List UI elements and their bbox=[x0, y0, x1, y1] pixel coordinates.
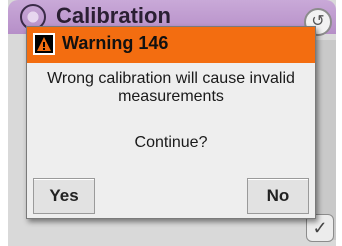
dialog-title: Warning 146 bbox=[62, 33, 169, 53]
warning-triangle-icon bbox=[33, 33, 55, 55]
yes-button[interactable]: Yes bbox=[33, 178, 95, 214]
dialog-message: Wrong calibration will cause invalid mea… bbox=[47, 70, 295, 105]
dialog-question: Continue? bbox=[134, 134, 208, 151]
scrollbar[interactable] bbox=[316, 40, 336, 240]
no-button[interactable]: No bbox=[247, 178, 309, 214]
dialog-title-bar: Warning 146 bbox=[27, 27, 315, 63]
warning-dialog: Warning 146 Wrong calibration will cause… bbox=[26, 26, 316, 219]
